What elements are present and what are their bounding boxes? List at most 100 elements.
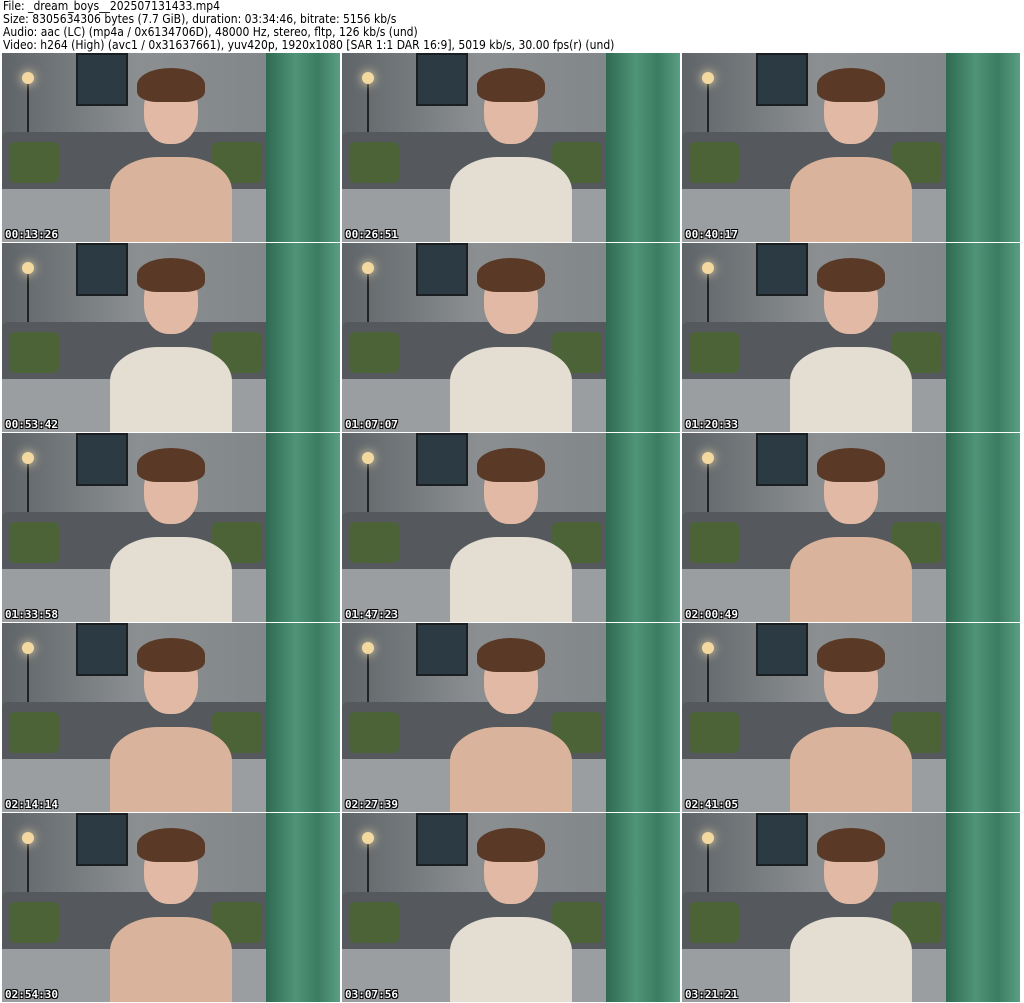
- thumbnail[interactable]: 03:07:56: [342, 813, 680, 1002]
- person-hair: [817, 258, 885, 293]
- person-figure: [790, 156, 912, 242]
- person-hair: [817, 828, 885, 863]
- video-info: Video: h264 (High) (avc1 / 0x31637661), …: [3, 38, 615, 52]
- person-hair: [137, 448, 205, 483]
- pillow: [348, 901, 400, 944]
- curtain: [945, 243, 1020, 432]
- wall-picture: [76, 813, 128, 867]
- pillow: [8, 141, 60, 184]
- timestamp: 01:07:07: [345, 418, 398, 431]
- pillow: [688, 521, 740, 564]
- thumbnail[interactable]: 00:40:17: [682, 53, 1020, 242]
- person-hair: [817, 68, 885, 103]
- person-figure: [110, 346, 232, 432]
- thumbnail[interactable]: 02:54:30: [2, 813, 340, 1002]
- timestamp: 00:26:51: [345, 228, 398, 241]
- file-info-header: File: _dream_boys__202507131433.mp4 Size…: [3, 0, 614, 52]
- person-hair: [137, 258, 205, 293]
- timestamp: 00:13:26: [5, 228, 58, 241]
- curtain: [605, 813, 680, 1002]
- person-hair: [137, 638, 205, 673]
- pillow: [8, 521, 60, 564]
- pillow: [8, 331, 60, 374]
- person-figure: [450, 726, 572, 812]
- timestamp: 00:53:42: [5, 418, 58, 431]
- person-figure: [450, 346, 572, 432]
- timestamp: 01:47:23: [345, 608, 398, 621]
- wall-picture: [76, 53, 128, 107]
- person-figure: [450, 156, 572, 242]
- person-hair: [477, 258, 545, 293]
- pillow: [348, 711, 400, 754]
- curtain: [265, 433, 340, 622]
- pillow: [348, 331, 400, 374]
- curtain: [945, 53, 1020, 242]
- pillow: [688, 901, 740, 944]
- thumbnail[interactable]: 02:00:49: [682, 433, 1020, 622]
- wall-picture: [756, 243, 808, 297]
- thumbnail[interactable]: 01:47:23: [342, 433, 680, 622]
- wall-picture: [416, 813, 468, 867]
- pillow: [8, 901, 60, 944]
- curtain: [265, 813, 340, 1002]
- wall-picture: [416, 623, 468, 677]
- timestamp: 02:00:49: [685, 608, 738, 621]
- thumbnail[interactable]: 02:27:39: [342, 623, 680, 812]
- curtain: [945, 433, 1020, 622]
- pillow: [8, 711, 60, 754]
- thumbnail[interactable]: 01:33:58: [2, 433, 340, 622]
- curtain: [265, 623, 340, 812]
- timestamp: 01:33:58: [5, 608, 58, 621]
- timestamp: 03:21:21: [685, 988, 738, 1001]
- thumbnail[interactable]: 00:53:42: [2, 243, 340, 432]
- person-hair: [817, 448, 885, 483]
- curtain: [945, 813, 1020, 1002]
- person-figure: [110, 536, 232, 622]
- person-figure: [110, 726, 232, 812]
- thumbnail[interactable]: 02:14:14: [2, 623, 340, 812]
- pillow: [348, 521, 400, 564]
- pillow: [348, 141, 400, 184]
- thumbnail[interactable]: 00:13:26: [2, 53, 340, 242]
- person-figure: [450, 536, 572, 622]
- person-hair: [477, 68, 545, 103]
- curtain: [605, 53, 680, 242]
- curtain: [605, 433, 680, 622]
- pillow: [688, 711, 740, 754]
- curtain: [605, 243, 680, 432]
- wall-picture: [416, 53, 468, 107]
- wall-picture: [76, 433, 128, 487]
- timestamp: 03:07:56: [345, 988, 398, 1001]
- wall-picture: [756, 433, 808, 487]
- person-hair: [137, 68, 205, 103]
- person-hair: [817, 638, 885, 673]
- wall-picture: [756, 813, 808, 867]
- person-figure: [450, 916, 572, 1002]
- timestamp: 01:20:33: [685, 418, 738, 431]
- curtain: [265, 243, 340, 432]
- curtain: [265, 53, 340, 242]
- person-figure: [790, 726, 912, 812]
- thumbnail[interactable]: 01:20:33: [682, 243, 1020, 432]
- wall-picture: [76, 243, 128, 297]
- thumbnail-grid: 00:13:26 00:26:51 00:40:17 00:53:42 01:07:07…: [2, 53, 1020, 1002]
- wall-picture: [416, 243, 468, 297]
- thumbnail[interactable]: 03:21:21: [682, 813, 1020, 1002]
- person-hair: [477, 828, 545, 863]
- curtain: [945, 623, 1020, 812]
- person-hair: [137, 828, 205, 863]
- thumbnail[interactable]: 00:26:51: [342, 53, 680, 242]
- person-figure: [110, 916, 232, 1002]
- person-figure: [790, 536, 912, 622]
- wall-picture: [416, 433, 468, 487]
- thumbnail[interactable]: 02:41:05: [682, 623, 1020, 812]
- pillow: [688, 331, 740, 374]
- thumbnail[interactable]: 01:07:07: [342, 243, 680, 432]
- timestamp: 00:40:17: [685, 228, 738, 241]
- timestamp: 02:14:14: [5, 798, 58, 811]
- person-hair: [477, 448, 545, 483]
- person-figure: [790, 346, 912, 432]
- person-figure: [790, 916, 912, 1002]
- person-hair: [477, 638, 545, 673]
- pillow: [688, 141, 740, 184]
